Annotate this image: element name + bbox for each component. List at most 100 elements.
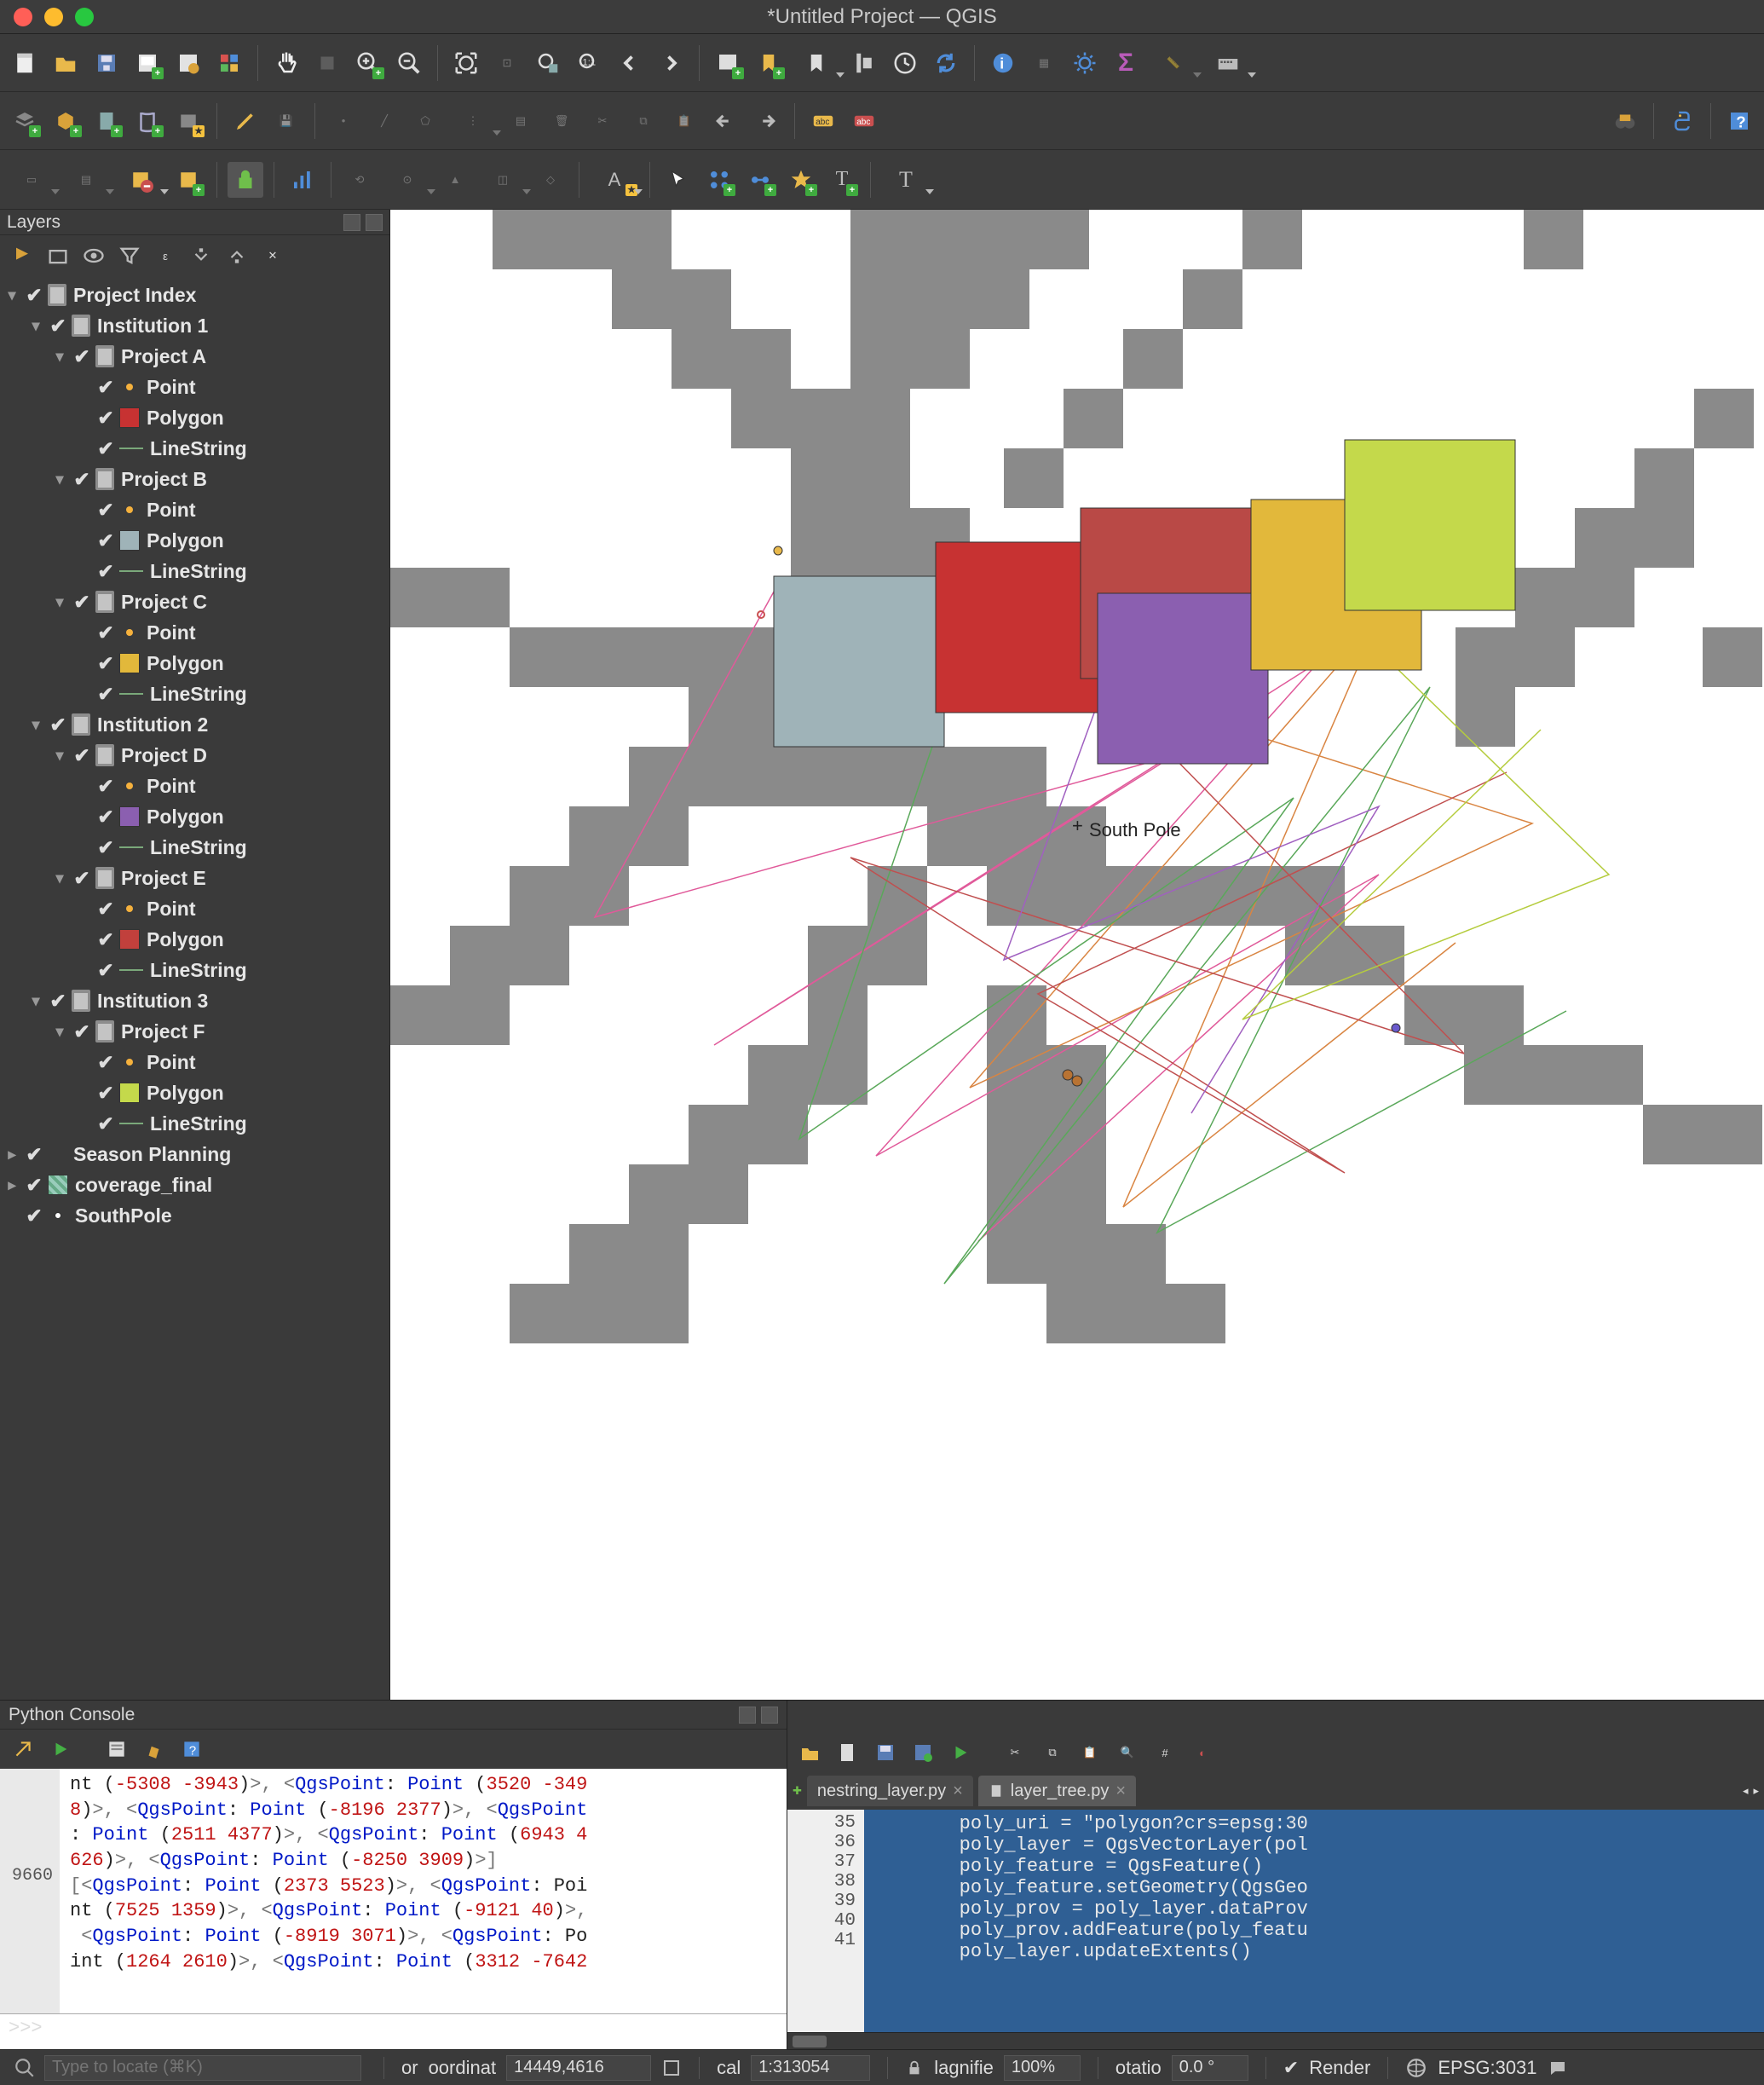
editor-comment-icon[interactable]: # — [1150, 1738, 1179, 1767]
layer-checkbox[interactable]: ✔ — [95, 960, 116, 980]
new-geopackage-button[interactable]: + — [48, 103, 84, 139]
pan-to-selection-button[interactable] — [309, 45, 345, 81]
layer-checkbox[interactable]: ✔ — [95, 684, 116, 704]
console-clear-icon[interactable] — [9, 1735, 37, 1764]
temporal-controller-button[interactable] — [846, 45, 882, 81]
label-abc-red-button[interactable]: abc — [846, 103, 882, 139]
zoom-out-button[interactable] — [391, 45, 427, 81]
deselect-all-button[interactable] — [116, 162, 165, 198]
attribute-table-button[interactable]: ▦ — [1026, 45, 1062, 81]
new-shapefile-button[interactable]: + — [89, 103, 124, 139]
close-icon[interactable]: × — [953, 1782, 963, 1801]
tree-row[interactable]: ▾✔Institution 1 — [3, 310, 389, 341]
layer-checkbox[interactable]: ✔ — [72, 1021, 92, 1042]
layer-visibility-icon[interactable] — [80, 242, 107, 269]
tree-row[interactable]: ▾✔Project B — [3, 464, 389, 494]
zoom-to-selection-button[interactable]: ⊡ — [489, 45, 525, 81]
zoom-last-button[interactable] — [612, 45, 648, 81]
status-rotation-value[interactable] — [1172, 2055, 1248, 2081]
layer-checkbox[interactable]: ✔ — [95, 837, 116, 858]
layer-expression-icon[interactable]: ε — [152, 242, 179, 269]
delete-selected-button[interactable]: 🗑 — [544, 103, 579, 139]
tree-row[interactable]: ✔Point — [3, 494, 389, 525]
layer-checkbox[interactable]: ✔ — [24, 285, 44, 305]
layer-checkbox[interactable]: ✔ — [95, 561, 116, 581]
editor-tab-1[interactable]: layer_tree.py× — [978, 1776, 1136, 1806]
tree-row[interactable]: ▾✔Project F — [3, 1016, 389, 1047]
select-all-button[interactable]: + — [170, 162, 206, 198]
tree-row[interactable]: ✔Point — [3, 893, 389, 924]
editor-saveas-icon[interactable] — [908, 1738, 937, 1767]
add-node-marker-button[interactable]: + — [701, 162, 737, 198]
tree-row[interactable]: ✔Polygon — [3, 525, 389, 556]
layer-collapse-icon[interactable] — [223, 242, 251, 269]
layer-checkbox[interactable]: ✔ — [24, 1205, 44, 1226]
tree-row[interactable]: ▾✔Institution 3 — [3, 985, 389, 1016]
tree-row[interactable]: ✔Point — [3, 617, 389, 648]
editor-tab-next-icon[interactable]: ▸ — [1753, 1784, 1759, 1798]
editor-save-icon[interactable] — [871, 1738, 900, 1767]
pointer-tool-button[interactable] — [660, 162, 696, 198]
self-snapping-button[interactable]: ◇ — [533, 162, 568, 198]
layer-checkbox[interactable]: ✔ — [95, 653, 116, 673]
locator[interactable] — [9, 2050, 366, 2085]
layer-checkbox[interactable]: ✔ — [48, 714, 68, 735]
new-print-layout-button[interactable]: + — [130, 45, 165, 81]
show-bookmarks-button[interactable] — [792, 45, 841, 81]
pan-button[interactable] — [268, 45, 304, 81]
tree-row[interactable]: ✔LineString — [3, 679, 389, 709]
tree-row[interactable]: ✔Polygon — [3, 648, 389, 679]
editor-paste-icon[interactable]: 📋 — [1075, 1738, 1104, 1767]
layer-expand-icon[interactable] — [187, 242, 215, 269]
tree-row[interactable]: ✔LineString — [3, 955, 389, 985]
new-project-button[interactable] — [7, 45, 43, 81]
tree-row[interactable]: ▾✔Project E — [3, 863, 389, 893]
layer-checkbox[interactable]: ✔ — [95, 1083, 116, 1103]
extent-icon[interactable] — [661, 2058, 682, 2078]
tree-row[interactable]: ✔Polygon — [3, 1077, 389, 1108]
new-spatialite-button[interactable]: + — [130, 103, 165, 139]
tree-row[interactable]: ▾✔Project C — [3, 586, 389, 617]
tree-row[interactable]: ▾✔Project Index — [3, 280, 389, 310]
vertex-tool-button[interactable]: ⋮ — [448, 103, 498, 139]
copy-features-button[interactable]: ⧉ — [625, 103, 661, 139]
console-show-editor-icon[interactable] — [102, 1735, 131, 1764]
temporal-button[interactable] — [887, 45, 923, 81]
tree-row[interactable]: ✔LineString — [3, 433, 389, 464]
tree-row[interactable]: ✔Point — [3, 372, 389, 402]
redo-button[interactable] — [748, 103, 784, 139]
panel-close-icon[interactable] — [366, 214, 383, 231]
enable-tracing-button[interactable]: ⟲ — [342, 162, 378, 198]
console-help-icon[interactable]: ? — [177, 1735, 206, 1764]
python-console-button[interactable] — [1664, 103, 1700, 139]
annotation-binoculars-icon[interactable] — [1607, 103, 1643, 139]
tree-row[interactable]: ✔LineString — [3, 556, 389, 586]
undo-button[interactable] — [707, 103, 743, 139]
open-project-button[interactable] — [48, 45, 84, 81]
layer-checkbox[interactable]: ✔ — [95, 1052, 116, 1072]
editor-scrollbar[interactable] — [787, 2032, 1764, 2049]
editor-find-icon[interactable]: 🔍 — [1113, 1738, 1142, 1767]
processing-toolbox-button[interactable] — [285, 162, 320, 198]
layer-checkbox[interactable]: ✔ — [95, 898, 116, 919]
digitize-button[interactable]: ╱ — [366, 103, 402, 139]
console-run-icon[interactable] — [46, 1735, 75, 1764]
editor-open-icon[interactable] — [796, 1738, 825, 1767]
layer-checkbox[interactable]: ✔ — [95, 622, 116, 643]
console-prompt[interactable]: >>> — [0, 2013, 787, 2049]
refresh-button[interactable] — [928, 45, 964, 81]
zoom-next-button[interactable] — [653, 45, 689, 81]
editor-tab-add-icon[interactable]: ✚ — [793, 1784, 802, 1798]
editor-tab-prev-icon[interactable]: ◂ — [1743, 1784, 1749, 1798]
layer-checkbox[interactable]: ✔ — [72, 346, 92, 367]
status-magnifier-value[interactable] — [1004, 2055, 1081, 2081]
select-features-button[interactable]: ▭ — [7, 162, 56, 198]
cut-features-button[interactable]: ✂ — [585, 103, 620, 139]
crs-icon[interactable] — [1405, 2057, 1427, 2079]
editor-run-icon[interactable] — [946, 1738, 975, 1767]
tree-row[interactable]: ✔LineString — [3, 1108, 389, 1139]
status-coord-value[interactable] — [506, 2055, 651, 2081]
add-nodes-button[interactable]: + — [742, 162, 778, 198]
layer-checkbox[interactable]: ✔ — [72, 868, 92, 888]
layer-remove-icon[interactable]: ✕ — [259, 242, 286, 269]
